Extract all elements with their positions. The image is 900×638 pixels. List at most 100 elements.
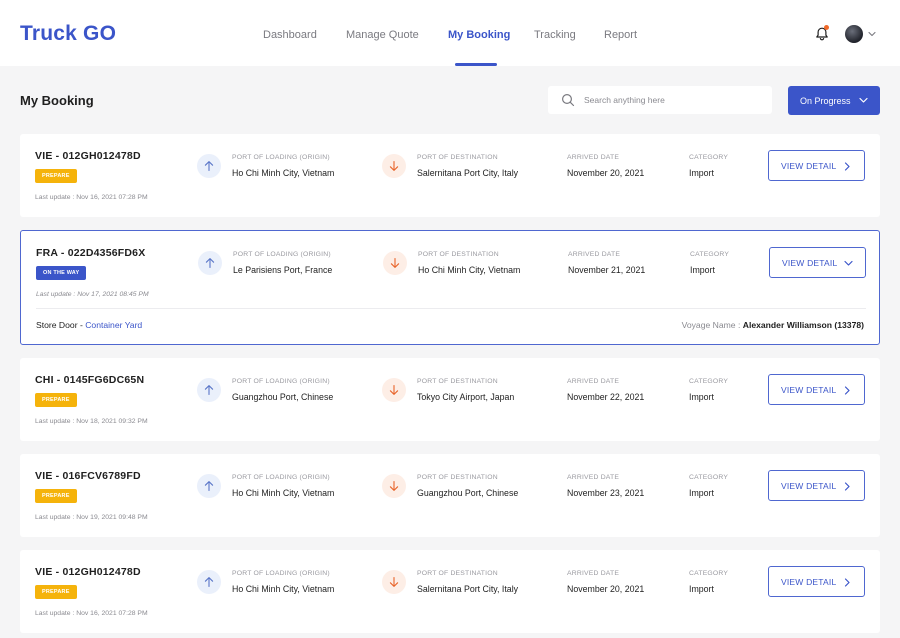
- voyage-name-row: Voyage Name : Alexander Williamson (1337…: [682, 320, 864, 330]
- arrived-date-label: ARRIVED DATE: [568, 251, 621, 258]
- arrived-date-label: ARRIVED DATE: [567, 378, 620, 385]
- voyage-name-label: Voyage Name :: [681, 320, 743, 330]
- page-title: My Booking: [20, 93, 94, 108]
- status-badge: PREPARE: [35, 169, 77, 183]
- origin-badge: [197, 570, 221, 594]
- origin-value: Ho Chi Minh City, Vietnam: [232, 584, 335, 594]
- status-badge: PREPARE: [35, 585, 77, 599]
- booking-id: VIE - 012GH012478D: [35, 566, 141, 578]
- arrived-date-value: November 20, 2021: [567, 584, 645, 594]
- arrow-down-icon: [389, 576, 399, 587]
- category-value: Import: [689, 168, 714, 178]
- view-detail-label: VIEW DETAIL: [781, 385, 837, 395]
- last-update: Last update : Nov 16, 2021 07:28 PM: [35, 610, 148, 617]
- booking-id: VIE - 016FCV6789FD: [35, 470, 141, 482]
- arrived-date-value: November 20, 2021: [567, 168, 645, 178]
- chevron-down-icon: [859, 97, 868, 103]
- destination-badge: [382, 474, 406, 498]
- arrived-date-label: ARRIVED DATE: [567, 570, 620, 577]
- category-label: CATEGORY: [690, 251, 730, 258]
- destination-value: Ho Chi Minh City, Vietnam: [418, 265, 521, 275]
- nav-tracking[interactable]: Tracking: [534, 29, 576, 41]
- origin-label: PORT OF LOADING (ORIGIN): [232, 570, 330, 577]
- origin-value: Ho Chi Minh City, Vietnam: [232, 488, 335, 498]
- chevron-down-icon[interactable]: [868, 30, 876, 38]
- store-door-row: Store Door - Container Yard: [36, 320, 142, 330]
- divider: [36, 308, 866, 309]
- search-icon: [561, 93, 575, 107]
- active-nav-indicator: [455, 63, 497, 66]
- category-label: CATEGORY: [689, 378, 729, 385]
- status-badge: PREPARE: [35, 393, 77, 407]
- booking-card: VIE - 016FCV6789FD PREPARE Last update :…: [20, 454, 880, 537]
- origin-value: Ho Chi Minh City, Vietnam: [232, 168, 335, 178]
- view-detail-button[interactable]: VIEW DETAIL: [768, 470, 865, 501]
- destination-value: Guangzhou Port, Chinese: [417, 488, 519, 498]
- destination-label: PORT OF DESTINATION: [417, 570, 498, 577]
- category-value: Import: [689, 584, 714, 594]
- nav-report[interactable]: Report: [604, 29, 637, 41]
- status-filter-label: On Progress: [800, 96, 851, 106]
- notification-dot: [824, 25, 829, 30]
- nav-dashboard[interactable]: Dashboard: [263, 29, 317, 41]
- destination-label: PORT OF DESTINATION: [417, 378, 498, 385]
- last-update: Last update : Nov 16, 2021 07:28 PM: [35, 194, 148, 201]
- booking-card-expanded: FRA - 022D4356FD6X ON THE WAY Last updat…: [20, 230, 880, 345]
- chevron-right-icon: [844, 162, 850, 171]
- destination-label: PORT OF DESTINATION: [417, 154, 498, 161]
- destination-badge: [382, 570, 406, 594]
- category-value: Import: [690, 265, 715, 275]
- arrived-date-value: November 22, 2021: [567, 392, 645, 402]
- search-box[interactable]: [548, 86, 772, 114]
- nav-my-booking[interactable]: My Booking: [448, 29, 510, 41]
- destination-value: Tokyo City Airport, Japan: [417, 392, 515, 402]
- last-update: Last update : Nov 19, 2021 09:48 PM: [35, 514, 148, 521]
- arrived-date-label: ARRIVED DATE: [567, 474, 620, 481]
- destination-badge: [382, 154, 406, 178]
- chevron-right-icon: [844, 386, 850, 395]
- last-update: Last update : Nov 18, 2021 09:32 PM: [35, 418, 148, 425]
- origin-value: Guangzhou Port, Chinese: [232, 392, 334, 402]
- view-detail-label: VIEW DETAIL: [782, 258, 838, 268]
- voyage-name-value: Alexander Williamson (13378): [742, 320, 864, 330]
- origin-label: PORT OF LOADING (ORIGIN): [232, 474, 330, 481]
- booking-card: CHI - 0145FG6DC65N PREPARE Last update :…: [20, 358, 880, 441]
- nav-manage-quote[interactable]: Manage Quote: [346, 29, 419, 41]
- destination-value: Salernitana Port City, Italy: [417, 584, 519, 594]
- search-input[interactable]: [584, 92, 764, 108]
- origin-label: PORT OF LOADING (ORIGIN): [232, 378, 330, 385]
- booking-id: CHI - 0145FG6DC65N: [35, 374, 145, 386]
- status-badge: ON THE WAY: [36, 266, 87, 280]
- origin-badge: [197, 154, 221, 178]
- avatar[interactable]: [845, 25, 863, 43]
- view-detail-button[interactable]: VIEW DETAIL: [768, 374, 865, 405]
- arrow-down-icon: [389, 160, 399, 171]
- destination-badge: [382, 378, 406, 402]
- view-detail-button[interactable]: VIEW DETAIL: [769, 247, 866, 278]
- category-value: Import: [689, 488, 714, 498]
- category-value: Import: [689, 392, 714, 402]
- category-label: CATEGORY: [689, 154, 729, 161]
- booking-card: VIE - 012GH012478D PREPARE Last update :…: [20, 550, 880, 633]
- view-detail-button[interactable]: VIEW DETAIL: [768, 150, 865, 181]
- container-yard-link[interactable]: Container Yard: [85, 320, 142, 330]
- booking-id: FRA - 022D4356FD6X: [36, 247, 146, 259]
- arrived-date-label: ARRIVED DATE: [567, 154, 620, 161]
- destination-label: PORT OF DESTINATION: [417, 474, 498, 481]
- status-filter-dropdown[interactable]: On Progress: [788, 86, 880, 115]
- view-detail-button[interactable]: VIEW DETAIL: [768, 566, 865, 597]
- arrow-down-icon: [389, 480, 399, 491]
- booking-card: VIE - 012GH012478D PREPARE Last update :…: [20, 134, 880, 217]
- category-label: CATEGORY: [689, 474, 729, 481]
- arrow-up-icon: [204, 161, 214, 172]
- arrow-up-icon: [204, 385, 214, 396]
- origin-value: Le Parisiens Port, France: [233, 265, 333, 275]
- chevron-right-icon: [844, 578, 850, 587]
- app-logo[interactable]: Truck GO: [20, 22, 116, 46]
- category-label: CATEGORY: [689, 570, 729, 577]
- arrow-up-icon: [205, 258, 215, 269]
- origin-badge: [197, 474, 221, 498]
- chevron-down-icon: [844, 260, 853, 266]
- booking-id: VIE - 012GH012478D: [35, 150, 141, 162]
- destination-label: PORT OF DESTINATION: [418, 251, 499, 258]
